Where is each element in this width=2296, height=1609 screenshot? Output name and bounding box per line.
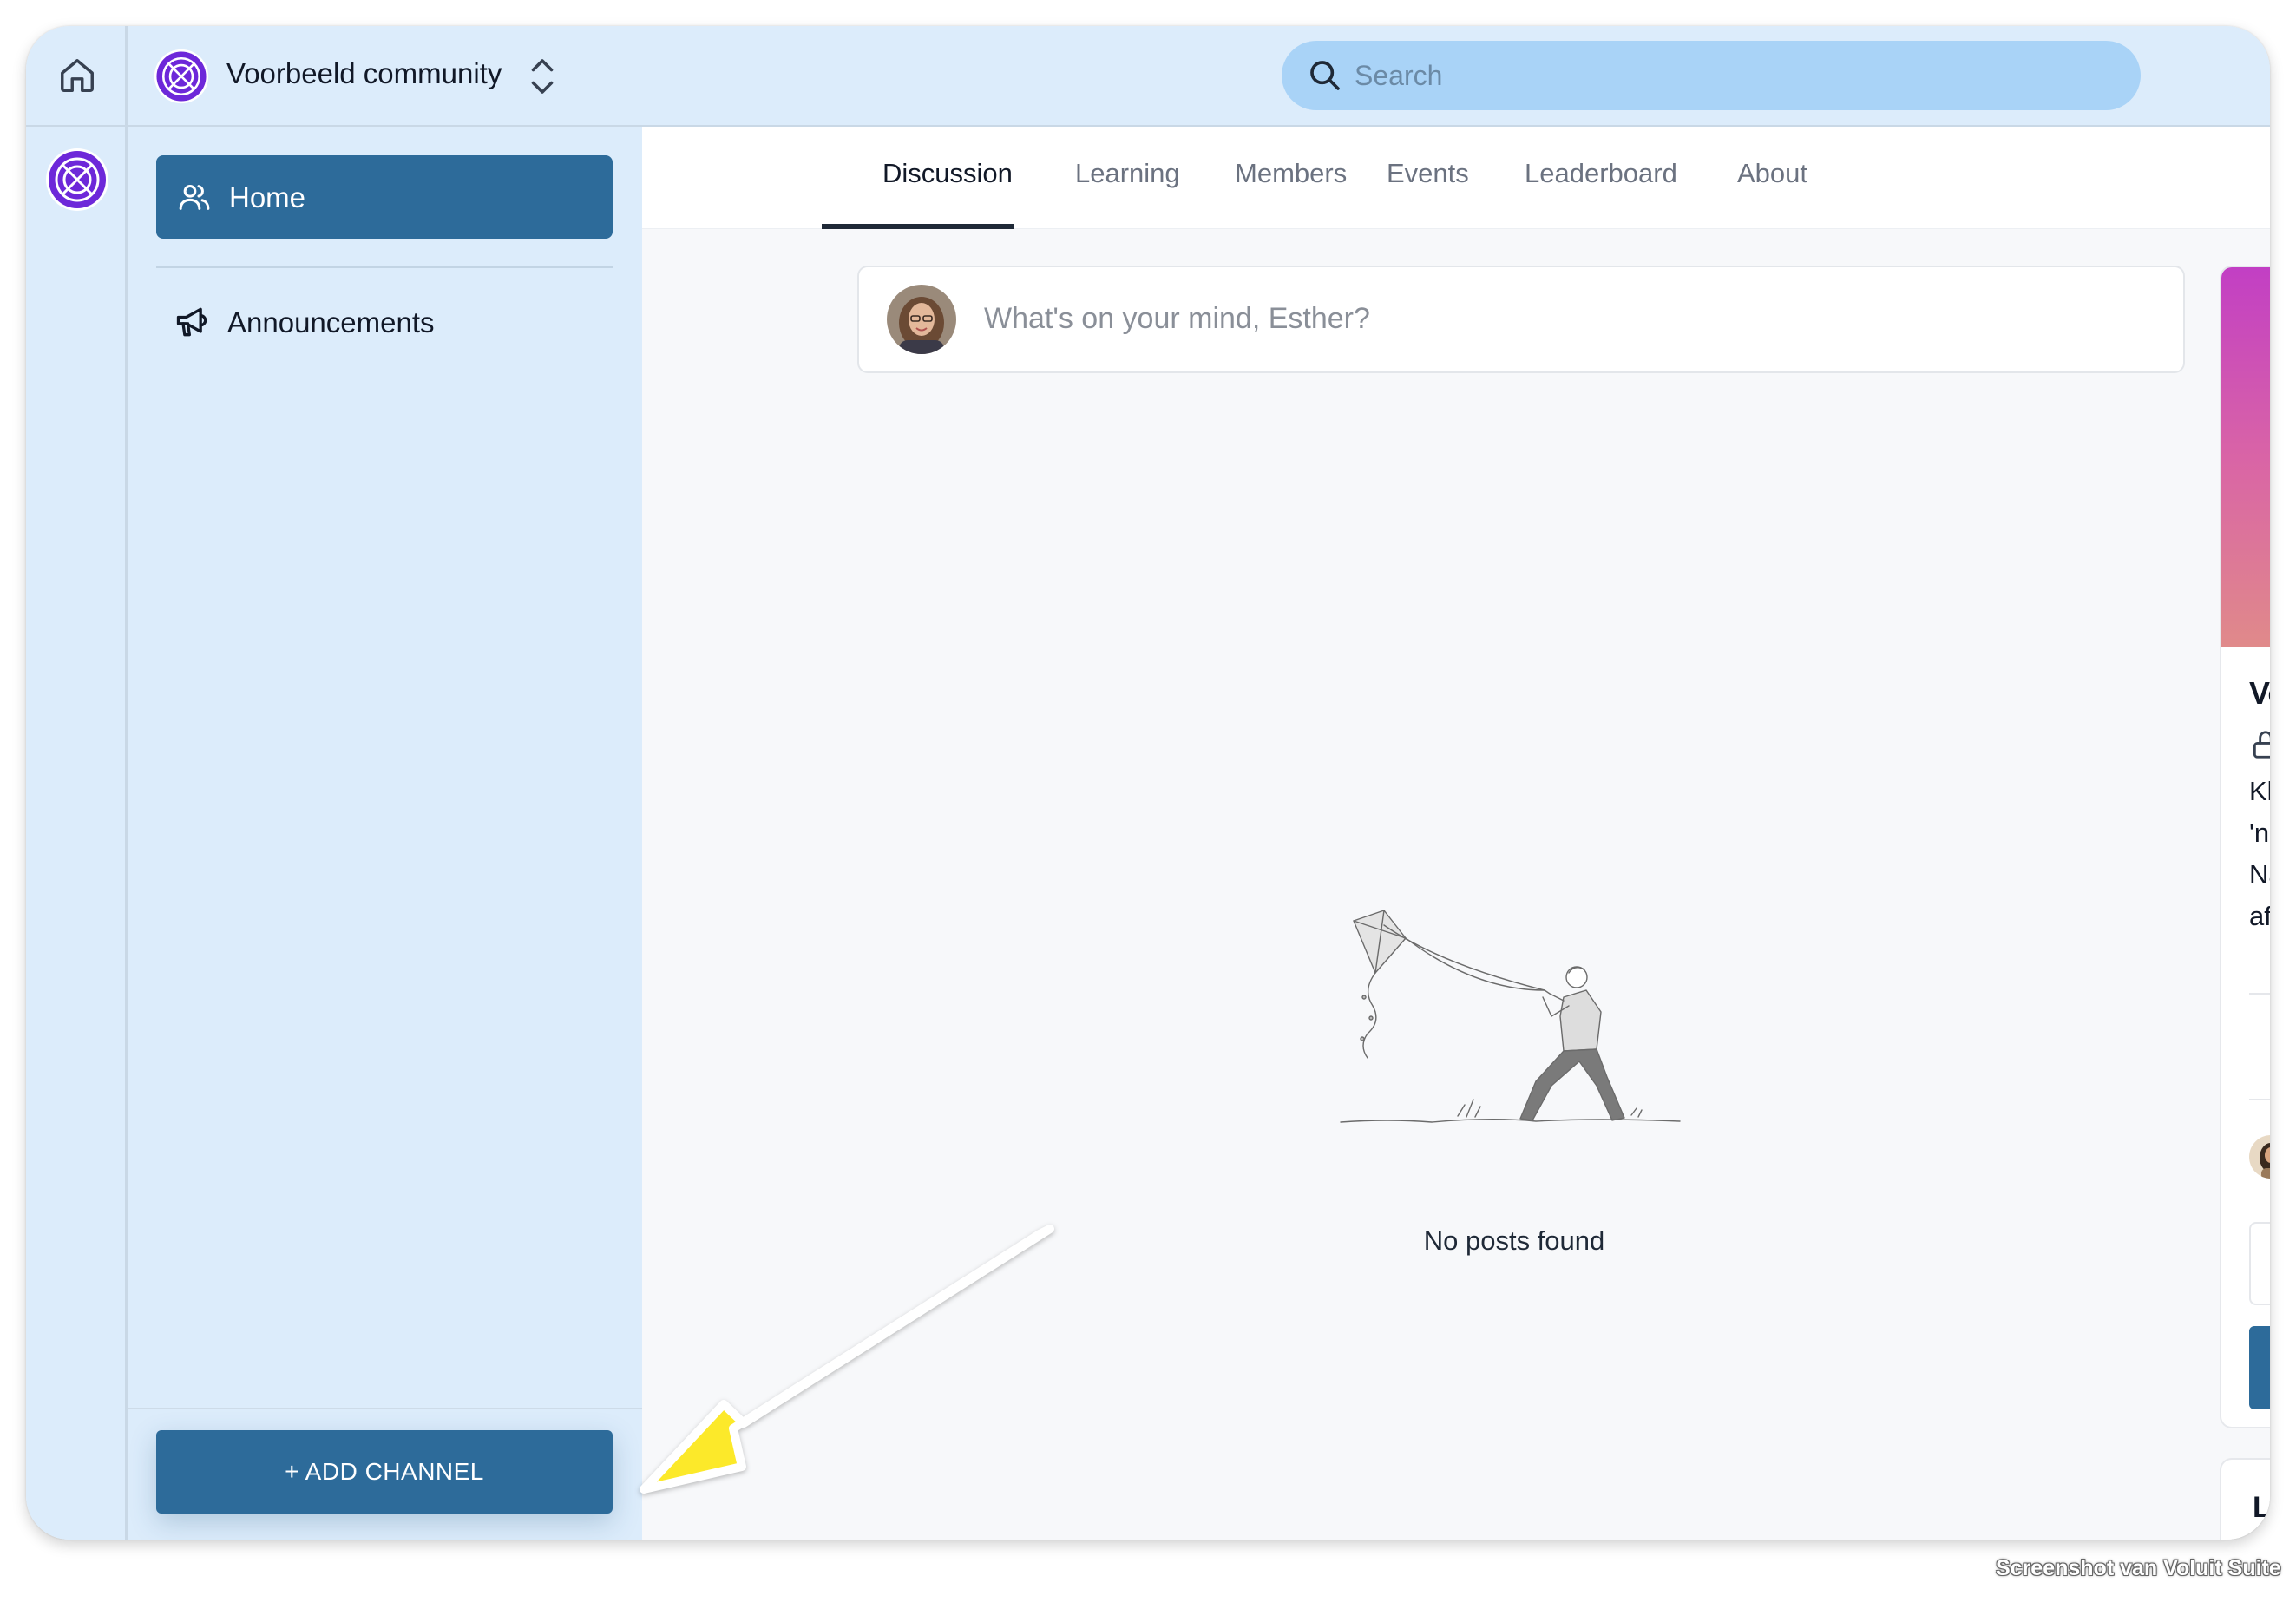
tab-leaderboard[interactable]: Leaderboard [1525, 158, 1677, 189]
leaderboard-card: Lea [2220, 1458, 2270, 1540]
watermark: Screenshot van Voluit Suite [1996, 1556, 2281, 1580]
tab-members[interactable]: Members [1235, 158, 1347, 189]
card-divider [2249, 993, 2270, 995]
left-rail [26, 26, 128, 1540]
community-logo-icon[interactable] [45, 148, 109, 212]
card-action-button[interactable] [2249, 1326, 2270, 1409]
card-text-line: Klik [2249, 776, 2270, 806]
sidebar-item-announcements[interactable]: Announcements [156, 287, 613, 357]
leaderboard-card-title: Lea [2253, 1491, 2270, 1524]
rail-divider [26, 125, 128, 127]
lock-icon [2253, 731, 2270, 759]
tab-learning[interactable]: Learning [1075, 158, 1180, 189]
sidebar-item-home[interactable]: Home [156, 155, 613, 239]
active-tab-indicator [822, 224, 1014, 229]
tab-about[interactable]: About [1737, 158, 1807, 189]
community-name[interactable]: Voorbeeld community [226, 57, 502, 90]
tab-discussion[interactable]: Discussion [882, 158, 1013, 189]
home-icon[interactable] [57, 56, 97, 95]
chevron-up-down-icon[interactable] [527, 56, 558, 97]
empty-state-text: No posts found [1423, 1225, 1605, 1256]
card-input-box[interactable] [2249, 1222, 2270, 1305]
post-composer[interactable]: What's on your mind, Esther? [857, 266, 2185, 373]
card-text-line: 'new [2249, 818, 2270, 848]
search-input[interactable]: Search [1282, 41, 2141, 110]
top-bar: Voorbeeld community Search [128, 26, 2270, 127]
composer-placeholder: What's on your mind, Esther? [984, 302, 1370, 335]
avatar [887, 285, 956, 354]
card-text-line: afsc [2249, 901, 2270, 931]
channel-sidebar: Home Announcements + ADD CHANNEL [128, 127, 642, 1540]
sidebar-bottom-divider [128, 1408, 642, 1409]
megaphone-icon [176, 307, 207, 337]
community-card-title: Voc [2249, 675, 2270, 711]
sidebar-divider [156, 266, 613, 268]
search-icon [1310, 61, 1340, 90]
kite-illustration [1340, 910, 1681, 1123]
community-logo-icon[interactable] [154, 49, 209, 104]
add-channel-button[interactable]: + ADD CHANNEL [156, 1430, 613, 1514]
card-text-line: Na l [2249, 859, 2270, 890]
community-info-card: Voc Klik 'new Na l afsc [2220, 266, 2270, 1428]
avatar[interactable] [2249, 1135, 2270, 1179]
tab-bar: Discussion Learning Members Events Leade… [642, 127, 2270, 229]
annotation-arrow-icon [640, 1225, 1054, 1494]
sidebar-item-label: Home [229, 181, 306, 213]
community-cover-image [2221, 267, 2270, 647]
tab-events[interactable]: Events [1387, 158, 1469, 189]
users-icon [179, 185, 210, 210]
card-divider [2249, 1099, 2270, 1100]
sidebar-item-label: Announcements [227, 306, 435, 338]
search-placeholder: Search [1355, 60, 1443, 91]
app-window: Voorbeeld community Search Home Announce… [26, 26, 2270, 1540]
